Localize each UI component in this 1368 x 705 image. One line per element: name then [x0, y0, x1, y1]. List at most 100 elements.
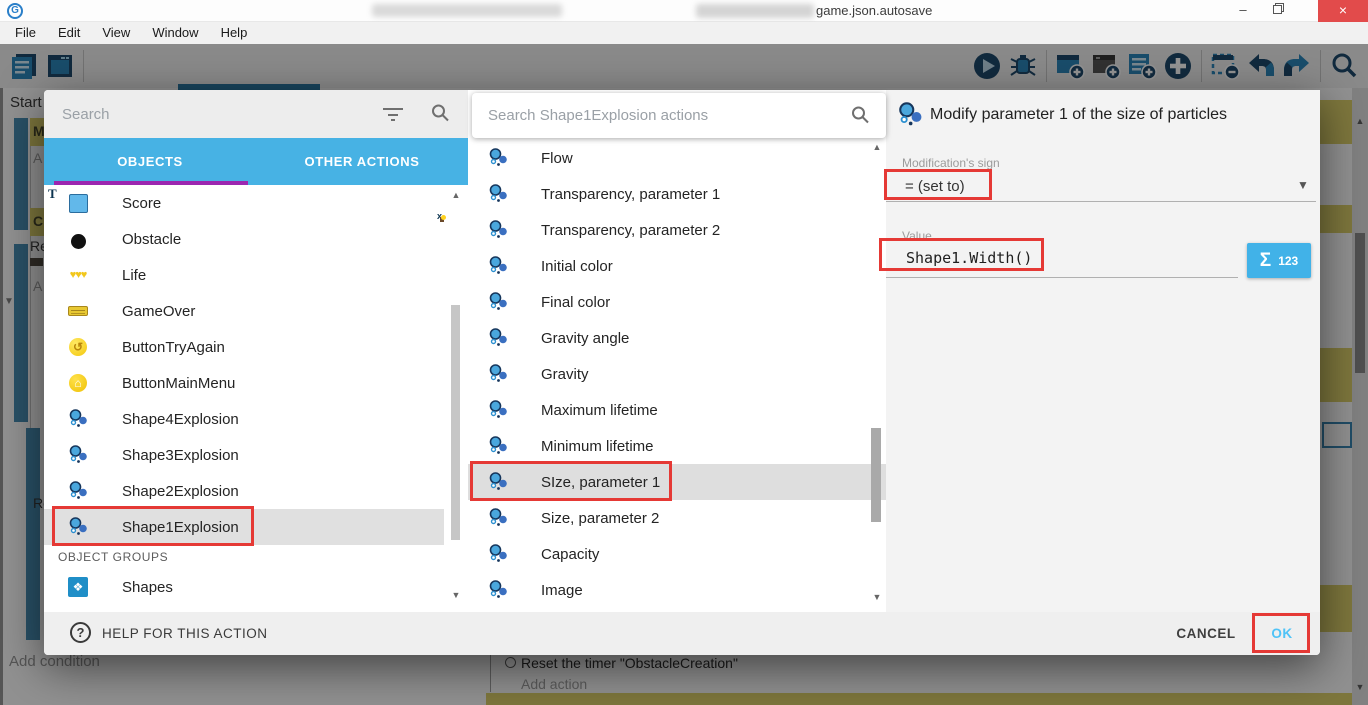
redacted-blur	[372, 4, 562, 17]
object-list-scrollbar[interactable]: ▲ ▼	[447, 190, 465, 605]
particles-icon	[488, 148, 508, 168]
sign-field-label: Modification's sign	[902, 156, 1000, 170]
list-item-action[interactable]: Minimum lifetime	[468, 428, 886, 464]
help-icon: ?	[70, 622, 91, 643]
particles-icon	[68, 445, 88, 465]
annotation-box	[52, 506, 254, 546]
action-list-scrollbar[interactable]: ▲ ▼	[868, 142, 884, 604]
cancel-button[interactable]: CANCEL	[1166, 622, 1246, 646]
list-item-object[interactable]: Shape2Explosion	[44, 473, 444, 509]
scrollbar-thumb[interactable]	[871, 428, 881, 522]
sigma-icon: Σ	[1260, 250, 1271, 272]
particles-icon	[488, 220, 508, 240]
restore-icon	[1273, 5, 1282, 14]
title-bar: G game.json.autosave – ×	[0, 0, 1368, 22]
dialog-footer: ? HELP FOR THIS ACTION CANCEL OK	[44, 612, 1320, 655]
scroll-down-icon[interactable]: ▼	[868, 592, 886, 602]
screen: G game.json.autosave – × File Edit View …	[0, 0, 1368, 705]
home-button-icon: ⌂	[68, 373, 88, 393]
menu-bar: File Edit View Window Help	[0, 22, 1368, 44]
scroll-up-icon[interactable]: ▲	[447, 190, 465, 200]
menu-edit[interactable]: Edit	[47, 22, 91, 44]
menu-help[interactable]: Help	[210, 22, 259, 44]
search-icon[interactable]	[430, 103, 450, 123]
shapes-group-icon: ❖	[68, 577, 88, 597]
list-item-action[interactable]: Final color	[468, 284, 886, 320]
tab-other-actions[interactable]: OTHER ACTIONS	[256, 138, 468, 185]
list-item-object[interactable]: ♥♥♥ Life	[44, 257, 444, 293]
particles-icon	[488, 544, 508, 564]
restore-button[interactable]	[1262, 0, 1292, 22]
search-icon[interactable]	[850, 105, 870, 125]
banner-icon	[68, 301, 88, 321]
particles-icon	[488, 328, 508, 348]
list-item-action[interactable]: Image	[468, 572, 886, 608]
object-list: Score Obstacle ♥♥♥ Life GameOver ↺ Butto…	[44, 185, 448, 612]
particles-icon	[68, 409, 88, 429]
list-item-action[interactable]: Gravity angle	[468, 320, 886, 356]
list-item-action[interactable]: Maximum lifetime	[468, 392, 886, 428]
tab-objects[interactable]: OBJECTS	[44, 138, 256, 185]
list-item-object[interactable]: GameOver	[44, 293, 444, 329]
particles-icon	[897, 102, 923, 128]
object-groups-header: OBJECT GROUPS	[44, 545, 448, 569]
object-search-bar	[44, 90, 468, 138]
list-item-action[interactable]: Transparency, parameter 1	[468, 176, 886, 212]
list-item-object[interactable]: Shape3Explosion	[44, 437, 444, 473]
expression-editor-button[interactable]: Σ 123	[1247, 243, 1311, 278]
scroll-up-icon[interactable]: ▲	[868, 142, 886, 152]
field-underline	[886, 201, 1316, 202]
particles-icon	[488, 292, 508, 312]
redacted-blur	[696, 4, 814, 18]
list-item-group[interactable]: ❖ Shapes	[44, 569, 444, 605]
list-item-action[interactable]: Capacity	[468, 536, 886, 572]
annotation-box	[470, 461, 672, 501]
annotation-box	[879, 238, 1044, 271]
particles-icon	[488, 256, 508, 276]
menu-view[interactable]: View	[91, 22, 141, 44]
particles-icon	[488, 580, 508, 600]
action-list: Flow Transparency, parameter 1 Transpare…	[468, 140, 886, 612]
text-object-icon	[68, 193, 88, 213]
list-item-action[interactable]: Size, parameter 2	[468, 500, 886, 536]
list-item-object[interactable]: Shape4Explosion	[44, 401, 444, 437]
numeric-badge: 123	[1278, 254, 1298, 268]
menu-file[interactable]: File	[4, 22, 47, 44]
list-item-action[interactable]: Initial color	[468, 248, 886, 284]
particles-icon	[488, 436, 508, 456]
particles-icon	[488, 400, 508, 420]
particles-icon	[488, 184, 508, 204]
particles-icon	[488, 364, 508, 384]
list-item-object[interactable]: Score	[44, 185, 444, 221]
list-item-action[interactable]: Gravity	[468, 356, 886, 392]
action-title: Modify parameter 1 of the size of partic…	[930, 106, 1227, 124]
field-underline	[886, 277, 1238, 278]
menu-window[interactable]: Window	[141, 22, 209, 44]
list-item-object-selected[interactable]: Shape1Explosion	[44, 509, 444, 545]
chevron-down-icon[interactable]: ▼	[1297, 178, 1309, 192]
close-button[interactable]: ×	[1318, 0, 1368, 22]
action-editor-dialog: OBJECTS OTHER ACTIONS Score Obstacle ♥♥♥…	[44, 90, 1320, 655]
action-search-input[interactable]	[488, 103, 818, 127]
particles-icon	[488, 508, 508, 528]
list-item-action-selected[interactable]: SIze, parameter 1	[468, 464, 886, 500]
object-tabs: OBJECTS OTHER ACTIONS	[44, 138, 468, 185]
action-search-bar	[472, 93, 886, 138]
window-title: game.json.autosave	[816, 3, 932, 18]
object-search-input[interactable]	[62, 102, 352, 126]
help-button[interactable]: HELP FOR THIS ACTION	[102, 626, 268, 641]
retry-button-icon: ↺	[68, 337, 88, 357]
hearts-icon: ♥♥♥	[68, 265, 88, 285]
scrollbar-thumb[interactable]	[451, 305, 460, 540]
gdevelop-logo-icon: G	[7, 3, 23, 19]
filter-icon[interactable]	[382, 105, 404, 123]
list-item-action[interactable]: Transparency, parameter 2	[468, 212, 886, 248]
list-item-object[interactable]: Obstacle	[44, 221, 444, 257]
list-item-action[interactable]: Flow	[468, 140, 886, 176]
list-item-object[interactable]: ↺ ButtonTryAgain	[44, 329, 444, 365]
list-item-object[interactable]: ⌂ ButtonMainMenu	[44, 365, 444, 401]
bomb-icon	[68, 229, 88, 249]
minimize-button[interactable]: –	[1228, 0, 1258, 22]
scroll-down-icon[interactable]: ▼	[447, 590, 465, 600]
particles-icon	[68, 481, 88, 501]
